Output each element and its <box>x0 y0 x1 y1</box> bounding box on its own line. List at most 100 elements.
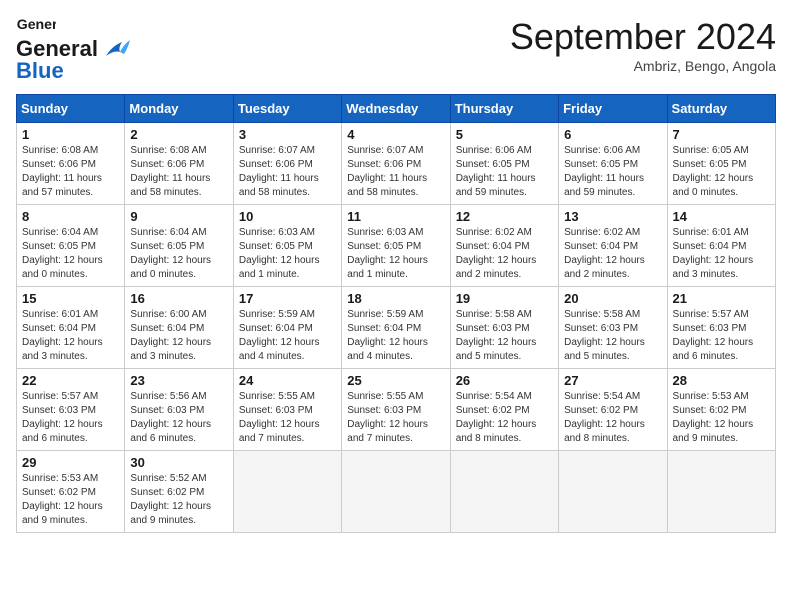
day-number: 4 <box>347 127 444 142</box>
svg-text:General: General <box>17 16 56 32</box>
month-title: September 2024 <box>510 16 776 58</box>
calendar-cell: 13 Sunrise: 6:02 AM Sunset: 6:04 PM Dayl… <box>559 205 667 287</box>
day-number: 13 <box>564 209 661 224</box>
day-number: 1 <box>22 127 119 142</box>
calendar-cell: 18 Sunrise: 5:59 AM Sunset: 6:04 PM Dayl… <box>342 287 450 369</box>
calendar-cell: 22 Sunrise: 5:57 AM Sunset: 6:03 PM Dayl… <box>17 369 125 451</box>
day-info: Sunrise: 5:53 AM Sunset: 6:02 PM Dayligh… <box>22 472 119 528</box>
calendar-cell: 25 Sunrise: 5:55 AM Sunset: 6:03 PM Dayl… <box>342 369 450 451</box>
calendar-cell: 7 Sunrise: 6:05 AM Sunset: 6:05 PM Dayli… <box>667 123 775 205</box>
calendar-cell: 16 Sunrise: 6:00 AM Sunset: 6:04 PM Dayl… <box>125 287 233 369</box>
calendar-cell: 8 Sunrise: 6:04 AM Sunset: 6:05 PM Dayli… <box>17 205 125 287</box>
day-number: 9 <box>130 209 227 224</box>
weekday-sunday: Sunday <box>17 95 125 123</box>
calendar-cell: 30 Sunrise: 5:52 AM Sunset: 6:02 PM Dayl… <box>125 451 233 533</box>
day-info: Sunrise: 6:06 AM Sunset: 6:05 PM Dayligh… <box>564 144 661 200</box>
day-number: 15 <box>22 291 119 306</box>
weekday-wednesday: Wednesday <box>342 95 450 123</box>
day-info: Sunrise: 6:08 AM Sunset: 6:06 PM Dayligh… <box>22 144 119 200</box>
day-number: 12 <box>456 209 553 224</box>
day-number: 29 <box>22 455 119 470</box>
calendar-cell: 20 Sunrise: 5:58 AM Sunset: 6:03 PM Dayl… <box>559 287 667 369</box>
logo: General General Blue <box>16 16 130 84</box>
day-number: 22 <box>22 373 119 388</box>
calendar-cell: 29 Sunrise: 5:53 AM Sunset: 6:02 PM Dayl… <box>17 451 125 533</box>
day-info: Sunrise: 5:59 AM Sunset: 6:04 PM Dayligh… <box>347 308 444 364</box>
weekday-header-row: SundayMondayTuesdayWednesdayThursdayFrid… <box>17 95 776 123</box>
weekday-saturday: Saturday <box>667 95 775 123</box>
day-info: Sunrise: 6:02 AM Sunset: 6:04 PM Dayligh… <box>564 226 661 282</box>
calendar-cell <box>667 451 775 533</box>
day-number: 7 <box>673 127 770 142</box>
day-info: Sunrise: 6:04 AM Sunset: 6:05 PM Dayligh… <box>130 226 227 282</box>
day-number: 17 <box>239 291 336 306</box>
day-info: Sunrise: 5:58 AM Sunset: 6:03 PM Dayligh… <box>564 308 661 364</box>
day-info: Sunrise: 5:54 AM Sunset: 6:02 PM Dayligh… <box>564 390 661 446</box>
calendar-cell: 21 Sunrise: 5:57 AM Sunset: 6:03 PM Dayl… <box>667 287 775 369</box>
calendar-cell: 24 Sunrise: 5:55 AM Sunset: 6:03 PM Dayl… <box>233 369 341 451</box>
day-number: 20 <box>564 291 661 306</box>
day-info: Sunrise: 5:55 AM Sunset: 6:03 PM Dayligh… <box>239 390 336 446</box>
calendar-cell: 10 Sunrise: 6:03 AM Sunset: 6:05 PM Dayl… <box>233 205 341 287</box>
day-info: Sunrise: 6:04 AM Sunset: 6:05 PM Dayligh… <box>22 226 119 282</box>
day-info: Sunrise: 6:03 AM Sunset: 6:05 PM Dayligh… <box>347 226 444 282</box>
weekday-tuesday: Tuesday <box>233 95 341 123</box>
day-info: Sunrise: 5:55 AM Sunset: 6:03 PM Dayligh… <box>347 390 444 446</box>
day-number: 25 <box>347 373 444 388</box>
day-info: Sunrise: 5:54 AM Sunset: 6:02 PM Dayligh… <box>456 390 553 446</box>
calendar-cell: 23 Sunrise: 5:56 AM Sunset: 6:03 PM Dayl… <box>125 369 233 451</box>
day-info: Sunrise: 5:58 AM Sunset: 6:03 PM Dayligh… <box>456 308 553 364</box>
day-info: Sunrise: 6:01 AM Sunset: 6:04 PM Dayligh… <box>673 226 770 282</box>
calendar-table: SundayMondayTuesdayWednesdayThursdayFrid… <box>16 94 776 533</box>
title-block: September 2024 Ambriz, Bengo, Angola <box>510 16 776 74</box>
logo-blue: Blue <box>16 58 64 84</box>
day-number: 5 <box>456 127 553 142</box>
calendar-week-1: 1 Sunrise: 6:08 AM Sunset: 6:06 PM Dayli… <box>17 123 776 205</box>
day-info: Sunrise: 6:06 AM Sunset: 6:05 PM Dayligh… <box>456 144 553 200</box>
calendar-cell: 27 Sunrise: 5:54 AM Sunset: 6:02 PM Dayl… <box>559 369 667 451</box>
day-number: 16 <box>130 291 227 306</box>
day-number: 27 <box>564 373 661 388</box>
calendar-cell: 4 Sunrise: 6:07 AM Sunset: 6:06 PM Dayli… <box>342 123 450 205</box>
day-info: Sunrise: 6:07 AM Sunset: 6:06 PM Dayligh… <box>347 144 444 200</box>
day-number: 30 <box>130 455 227 470</box>
calendar-week-5: 29 Sunrise: 5:53 AM Sunset: 6:02 PM Dayl… <box>17 451 776 533</box>
page-header: General General Blue September 2024 Ambr… <box>16 16 776 84</box>
calendar-week-2: 8 Sunrise: 6:04 AM Sunset: 6:05 PM Dayli… <box>17 205 776 287</box>
day-number: 24 <box>239 373 336 388</box>
calendar-cell: 9 Sunrise: 6:04 AM Sunset: 6:05 PM Dayli… <box>125 205 233 287</box>
day-info: Sunrise: 5:57 AM Sunset: 6:03 PM Dayligh… <box>22 390 119 446</box>
calendar-week-4: 22 Sunrise: 5:57 AM Sunset: 6:03 PM Dayl… <box>17 369 776 451</box>
calendar-cell <box>450 451 558 533</box>
calendar-cell <box>342 451 450 533</box>
calendar-cell: 12 Sunrise: 6:02 AM Sunset: 6:04 PM Dayl… <box>450 205 558 287</box>
calendar-cell: 15 Sunrise: 6:01 AM Sunset: 6:04 PM Dayl… <box>17 287 125 369</box>
calendar-cell: 6 Sunrise: 6:06 AM Sunset: 6:05 PM Dayli… <box>559 123 667 205</box>
calendar-cell: 19 Sunrise: 5:58 AM Sunset: 6:03 PM Dayl… <box>450 287 558 369</box>
calendar-week-3: 15 Sunrise: 6:01 AM Sunset: 6:04 PM Dayl… <box>17 287 776 369</box>
day-info: Sunrise: 6:05 AM Sunset: 6:05 PM Dayligh… <box>673 144 770 200</box>
day-info: Sunrise: 5:52 AM Sunset: 6:02 PM Dayligh… <box>130 472 227 528</box>
weekday-thursday: Thursday <box>450 95 558 123</box>
logo-bird-icon <box>102 38 130 60</box>
day-number: 28 <box>673 373 770 388</box>
calendar-body: 1 Sunrise: 6:08 AM Sunset: 6:06 PM Dayli… <box>17 123 776 533</box>
calendar-cell: 26 Sunrise: 5:54 AM Sunset: 6:02 PM Dayl… <box>450 369 558 451</box>
day-number: 19 <box>456 291 553 306</box>
day-info: Sunrise: 6:07 AM Sunset: 6:06 PM Dayligh… <box>239 144 336 200</box>
day-info: Sunrise: 5:59 AM Sunset: 6:04 PM Dayligh… <box>239 308 336 364</box>
calendar-cell: 14 Sunrise: 6:01 AM Sunset: 6:04 PM Dayl… <box>667 205 775 287</box>
day-number: 3 <box>239 127 336 142</box>
calendar-cell: 11 Sunrise: 6:03 AM Sunset: 6:05 PM Dayl… <box>342 205 450 287</box>
weekday-monday: Monday <box>125 95 233 123</box>
day-info: Sunrise: 6:00 AM Sunset: 6:04 PM Dayligh… <box>130 308 227 364</box>
calendar-cell: 28 Sunrise: 5:53 AM Sunset: 6:02 PM Dayl… <box>667 369 775 451</box>
day-info: Sunrise: 5:53 AM Sunset: 6:02 PM Dayligh… <box>673 390 770 446</box>
day-number: 23 <box>130 373 227 388</box>
calendar-cell: 2 Sunrise: 6:08 AM Sunset: 6:06 PM Dayli… <box>125 123 233 205</box>
calendar-cell: 5 Sunrise: 6:06 AM Sunset: 6:05 PM Dayli… <box>450 123 558 205</box>
day-number: 8 <box>22 209 119 224</box>
day-info: Sunrise: 6:01 AM Sunset: 6:04 PM Dayligh… <box>22 308 119 364</box>
day-info: Sunrise: 5:57 AM Sunset: 6:03 PM Dayligh… <box>673 308 770 364</box>
day-number: 2 <box>130 127 227 142</box>
